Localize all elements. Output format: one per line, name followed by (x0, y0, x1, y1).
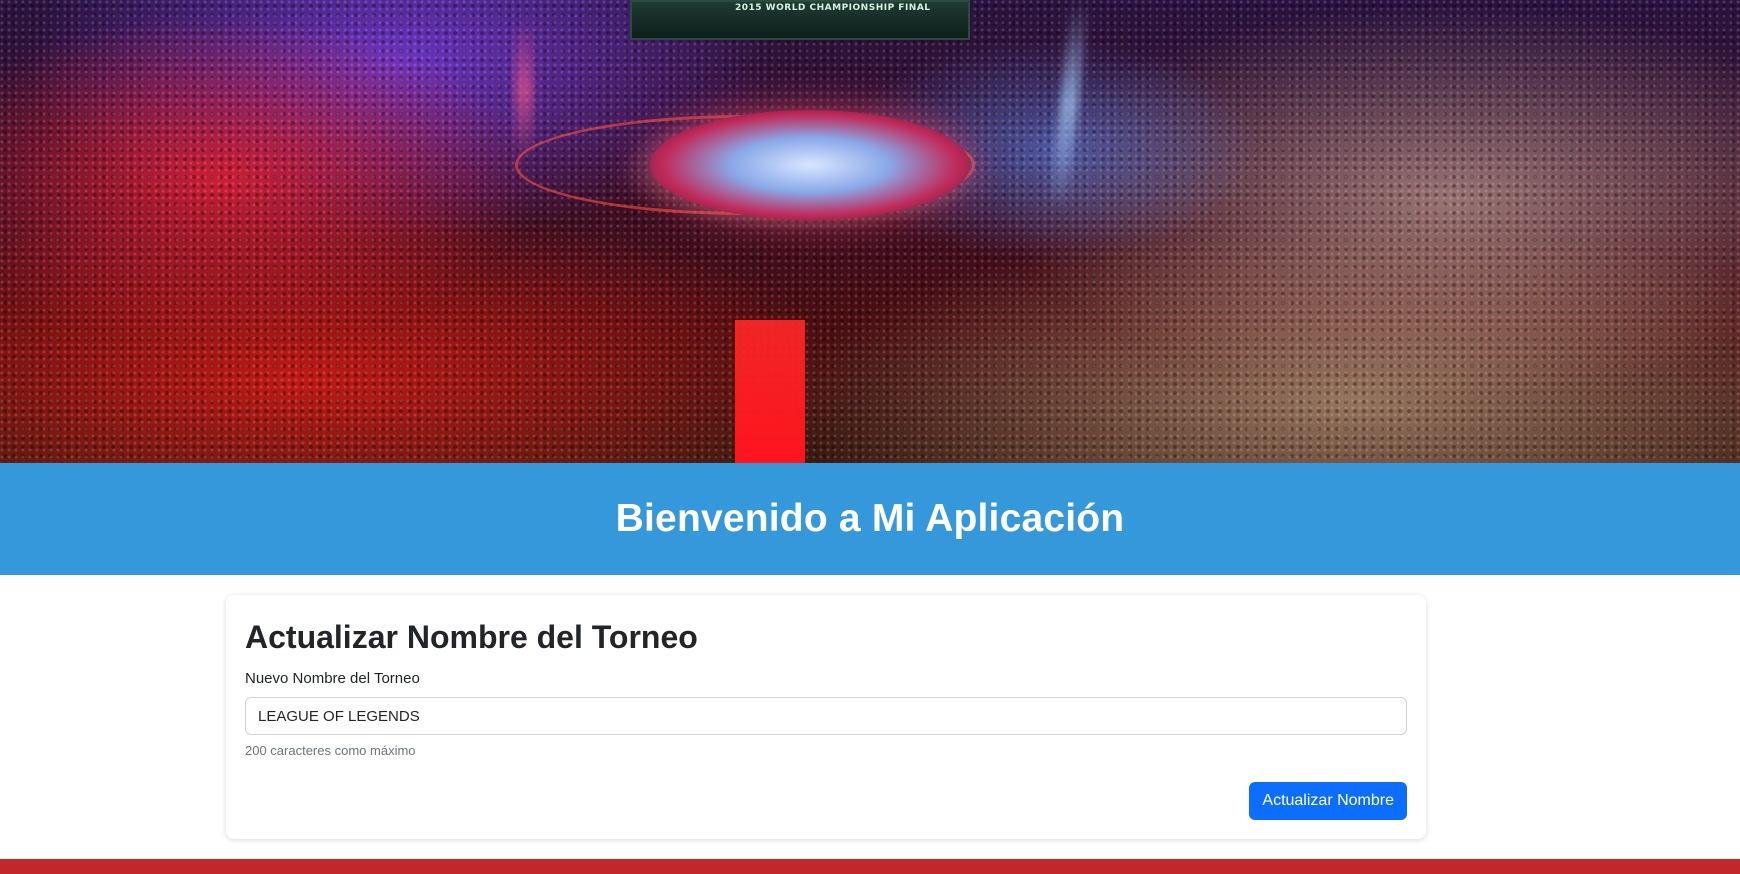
stage-light-beam (515, 20, 533, 160)
update-tournament-card: Actualizar Nombre del Torneo Nuevo Nombr… (226, 595, 1426, 839)
red-aisle (735, 320, 805, 463)
char-limit-help: 200 caracteres como máximo (245, 743, 416, 758)
welcome-title: Bienvenido a Mi Aplicación (615, 497, 1125, 540)
arena-stage (650, 110, 970, 220)
crowd-texture (0, 0, 1740, 463)
tournament-name-input[interactable] (245, 697, 1407, 735)
tournament-name-label: Nuevo Nombre del Torneo (245, 670, 420, 687)
footer-bar (0, 859, 1740, 874)
welcome-banner: Bienvenido a Mi Aplicación (0, 463, 1740, 575)
hero-arena-image: 2015 WORLD CHAMPIONSHIP FINAL (0, 0, 1740, 463)
form-heading: Actualizar Nombre del Torneo (245, 619, 698, 655)
scoreboard-text: 2015 WORLD CHAMPIONSHIP FINAL (735, 3, 931, 13)
update-name-button[interactable]: Actualizar Nombre (1249, 782, 1407, 820)
